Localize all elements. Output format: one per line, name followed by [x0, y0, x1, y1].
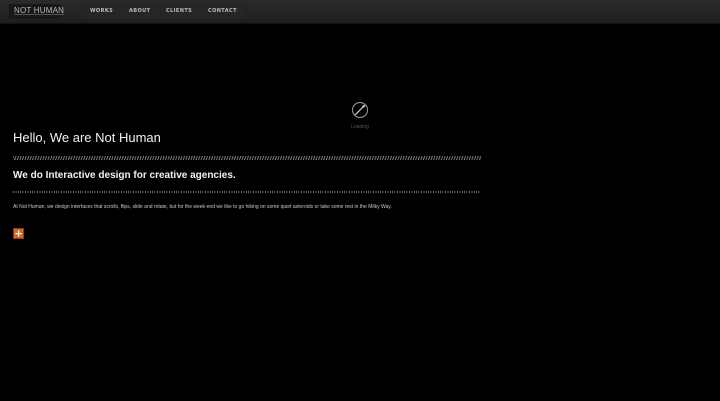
- loading-label: Loading: [351, 124, 369, 130]
- page-title: Hello, We are Not Human: [13, 130, 161, 145]
- page: NOT HUMAN WORKS ABOUT CLIENTS CONTACT Lo…: [0, 0, 720, 401]
- read-more-button[interactable]: [13, 228, 24, 239]
- nav-link-about[interactable]: ABOUT: [121, 5, 159, 18]
- logo[interactable]: NOT HUMAN: [14, 6, 64, 15]
- nav-link-works[interactable]: WORKS: [82, 5, 122, 18]
- dotted-divider: [13, 191, 481, 193]
- nav-link-clients[interactable]: CLIENTS: [158, 5, 201, 18]
- nav-link-contact[interactable]: CONTACT: [200, 5, 245, 18]
- hatched-divider: [13, 156, 481, 160]
- intro-paragraph: At Not Human, we design interfaces that …: [13, 204, 392, 210]
- plus-icon: [15, 230, 22, 237]
- spinner-icon: [351, 101, 369, 119]
- page-subtitle: We do Interactive design for creative ag…: [13, 170, 236, 181]
- top-navigation-bar: NOT HUMAN WORKS ABOUT CLIENTS CONTACT: [0, 0, 720, 24]
